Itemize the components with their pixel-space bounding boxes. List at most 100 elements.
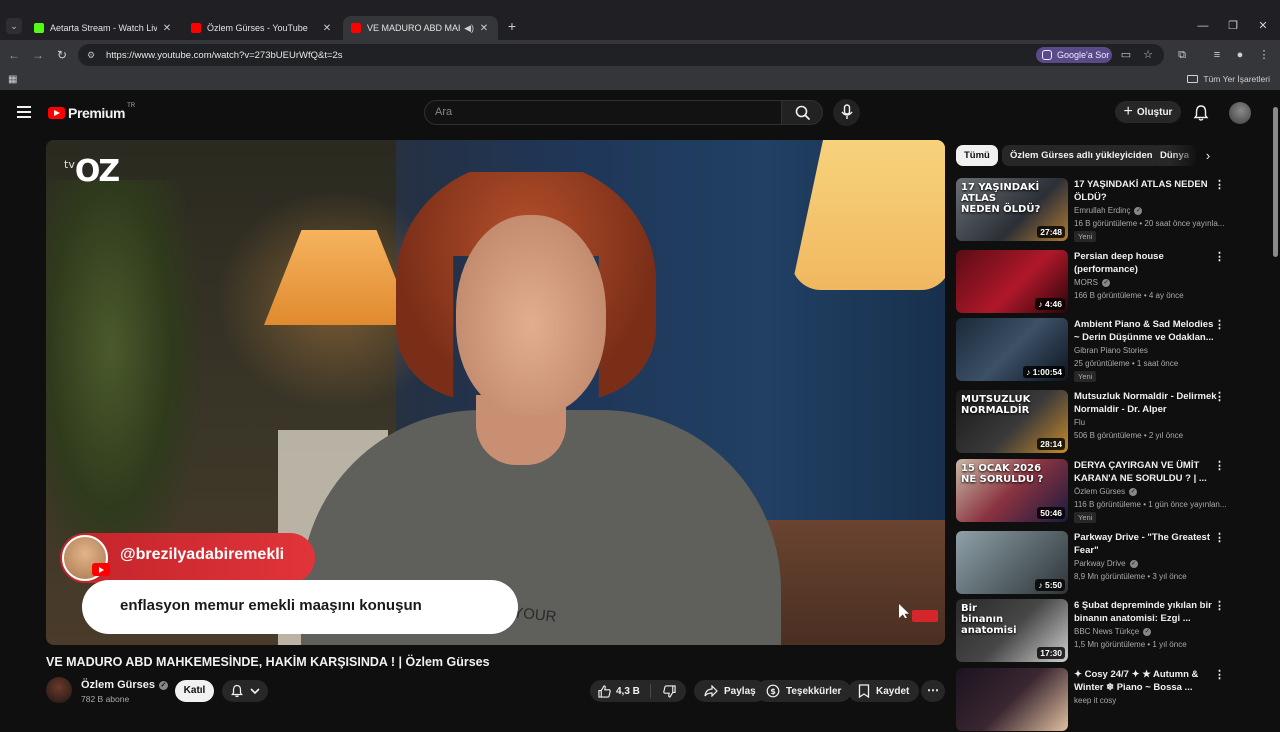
video-thumbnail[interactable]: MUTSUZLUK NORMALDİR 28:14 — [956, 390, 1068, 453]
reload-icon[interactable]: ↻ — [54, 47, 70, 63]
recommended-video-title[interactable]: 17 YAŞINDAKİ ATLAS NEDEN ÖLDÜ? — [1074, 178, 1219, 204]
more-vert-icon[interactable]: ⋮ — [1214, 178, 1225, 192]
account-avatar[interactable] — [1229, 102, 1251, 124]
close-window-icon[interactable]: ✕ — [1248, 18, 1278, 34]
cast-icon[interactable]: ▭ — [1118, 47, 1134, 63]
recommended-video[interactable]: ♪ 5:50 Parkway Drive - "The Greatest Fear… — [956, 531, 1231, 595]
more-actions-button[interactable]: ⋯ — [921, 680, 945, 702]
recommended-video[interactable]: ✦ Cosy 24/7 ✦ ★ Autumn & Winter ❄ Piano … — [956, 668, 1231, 732]
more-vert-icon[interactable]: ⋮ — [1214, 250, 1225, 264]
recommended-video-title[interactable]: Parkway Drive - "The Greatest Fear" — [1074, 531, 1219, 557]
tab-close-icon[interactable]: ✕ — [478, 23, 490, 34]
recommended-video-title[interactable]: Persian deep house (performance) — [1074, 250, 1219, 276]
recommended-channel[interactable]: Parkway Drive ✓ — [1074, 559, 1138, 568]
bookmark-star-icon[interactable]: ☆ — [1140, 47, 1156, 63]
recommended-channel[interactable]: Emrullah Erdinç ✓ — [1074, 206, 1143, 215]
chevron-right-icon[interactable]: › — [1198, 145, 1218, 166]
more-vert-icon[interactable]: ⋮ — [1214, 390, 1225, 404]
youtube-logo[interactable]: Premium TR — [48, 103, 135, 121]
tab-close-icon[interactable]: ✕ — [161, 23, 173, 34]
recommended-video-title[interactable]: DERYA ÇAYIRGAN VE ÜMİT KARAN'A NE SORULD… — [1074, 459, 1219, 485]
more-vert-icon[interactable]: ⋮ — [1214, 531, 1225, 545]
recommended-video[interactable]: Bir binanın anatomisi 17:30 6 Şubat deprem… — [956, 599, 1231, 663]
recommended-video-title[interactable]: Ambient Piano & Sad Melodies ~ Derin Düş… — [1074, 318, 1219, 344]
kick-favicon-icon — [34, 23, 44, 33]
duration-badge: ♪ 4:46 — [1035, 298, 1065, 310]
video-thumbnail[interactable]: ♪ 1:00:54 — [956, 318, 1068, 381]
tab-title: VE MADURO ABD MAHKEMESİ — [367, 23, 460, 33]
notifications-bell-icon[interactable] — [1192, 104, 1210, 122]
recommended-video-title[interactable]: ✦ Cosy 24/7 ✦ ★ Autumn & Winter ❄ Piano … — [1074, 668, 1219, 694]
browser-menu-icon[interactable]: ⋮ — [1256, 47, 1272, 63]
more-vert-icon[interactable]: ⋮ — [1214, 668, 1225, 682]
recommended-video[interactable]: ♪ 1:00:54 Ambient Piano & Sad Melodies ~ … — [956, 318, 1231, 382]
recommended-video-title[interactable]: 6 Şubat depreminde yıkılan bir binanın a… — [1074, 599, 1219, 625]
restore-icon[interactable]: ❐ — [1218, 18, 1248, 34]
browser-tab-aetarta[interactable]: Aetarta Stream - Watch Live on ✕ — [26, 16, 181, 40]
recommended-channel[interactable]: MORS ✓ — [1074, 278, 1110, 287]
address-bar[interactable]: ⚙ https://www.youtube.com/watch?v=273bUE… — [78, 44, 1164, 66]
video-thumbnail[interactable]: Bir binanın anatomisi 17:30 — [956, 599, 1068, 662]
search-input[interactable]: Ara — [424, 100, 782, 125]
speaker-icon[interactable]: ◀) — [464, 23, 474, 34]
all-bookmarks-label: Tüm Yer İşaretleri — [1203, 74, 1270, 84]
recommended-video[interactable]: MUTSUZLUK NORMALDİR 28:14 Mutsuzluk Normal… — [956, 390, 1231, 454]
recommended-video-title[interactable]: Mutsuzluk Normaldir - Delirmek Normaldir… — [1074, 390, 1219, 416]
media-control-icon[interactable]: ≡ — [1209, 47, 1225, 63]
thanks-button[interactable]: $ Teşekkürler — [756, 680, 852, 702]
voice-search-button[interactable] — [833, 99, 860, 126]
back-arrow-icon[interactable]: ← — [6, 47, 22, 63]
all-bookmarks-button[interactable]: Tüm Yer İşaretleri — [1187, 74, 1270, 84]
scrollbar-thumb[interactable] — [1273, 107, 1278, 257]
tab-close-icon[interactable]: ✕ — [321, 23, 333, 34]
recommended-channel[interactable]: keep it cosy — [1074, 696, 1116, 705]
recommended-video[interactable]: ♪ 4:46 Persian deep house (performance) MO… — [956, 250, 1231, 314]
channel-name[interactable]: Özlem Gürses ✓ — [81, 679, 168, 691]
recommended-channel[interactable]: Gibran Piano Stories — [1074, 346, 1148, 355]
more-vert-icon[interactable]: ⋮ — [1214, 318, 1225, 332]
tab-search-chevron-icon[interactable]: ⌄ — [6, 18, 22, 34]
extensions-icon[interactable]: ⧉ — [1174, 47, 1190, 63]
share-button[interactable]: Paylaş — [694, 680, 766, 702]
save-button[interactable]: Kaydet — [848, 680, 920, 702]
minimize-icon[interactable]: — — [1188, 18, 1218, 34]
chip-all[interactable]: Tümü — [956, 145, 998, 166]
overlay-caption-text: enflasyon memur emekli maaşını konuşun — [120, 597, 422, 614]
chevron-down-icon — [250, 688, 260, 695]
browser-tab-ozlem-channel[interactable]: Özlem Gürses - YouTube ✕ — [183, 16, 341, 40]
browser-tab-active-video[interactable]: VE MADURO ABD MAHKEMESİ ◀) ✕ — [343, 16, 498, 40]
folder-icon — [1187, 75, 1199, 83]
site-info-icon[interactable]: ⚙ — [84, 48, 98, 62]
more-vert-icon[interactable]: ⋮ — [1214, 599, 1225, 613]
channel-avatar[interactable] — [46, 677, 72, 703]
browser-tab-strip: ⌄ Aetarta Stream - Watch Live on ✕ Özlem… — [0, 0, 1280, 40]
google-ask-button[interactable]: Google'a Sor — [1036, 47, 1112, 63]
join-button[interactable]: Katıl — [175, 680, 214, 702]
dislike-button[interactable] — [654, 680, 684, 702]
profile-icon[interactable]: ● — [1232, 47, 1248, 63]
url-text[interactable]: https://www.youtube.com/watch?v=273bUEUr… — [106, 50, 1164, 61]
page-scrollbar[interactable] — [1271, 95, 1280, 710]
chip-from-uploader[interactable]: Özlem Gürses adlı yükleyiciden — [1002, 145, 1161, 166]
subscribed-notification-button[interactable] — [222, 680, 268, 702]
like-button[interactable]: 4,3 B — [590, 680, 648, 702]
recommended-channel[interactable]: BBC News Türkçe ✓ — [1074, 627, 1152, 636]
video-thumbnail[interactable]: 17 YAŞINDAKİ ATLAS NEDEN ÖLDÜ? 27:48 — [956, 178, 1068, 241]
recommended-video[interactable]: 15 OCAK 2026 NE SORULDU ? 50:46 DERYA ÇAYI… — [956, 459, 1231, 523]
apps-grid-icon[interactable]: ▦ — [8, 74, 20, 86]
video-thumbnail[interactable]: ♪ 4:46 — [956, 250, 1068, 313]
recommended-channel[interactable]: Flu — [1074, 418, 1085, 427]
new-tab-button[interactable]: + — [505, 18, 519, 34]
menu-icon[interactable] — [17, 106, 31, 118]
create-button[interactable]: + Oluştur — [1115, 101, 1181, 123]
more-vert-icon[interactable]: ⋮ — [1214, 459, 1225, 473]
youtube-header: Premium TR Ara + Oluştur — [0, 95, 1270, 131]
forward-arrow-icon[interactable]: → — [30, 47, 46, 63]
video-thumbnail[interactable] — [956, 668, 1068, 731]
video-thumbnail[interactable]: 15 OCAK 2026 NE SORULDU ? 50:46 — [956, 459, 1068, 522]
search-button[interactable] — [781, 100, 823, 125]
video-thumbnail[interactable]: ♪ 5:50 — [956, 531, 1068, 594]
video-player[interactable]: RM YOUR tvOZ @brezilyadabiremekli enflas… — [46, 140, 945, 645]
recommended-channel[interactable]: Özlem Gürses ✓ — [1074, 487, 1138, 496]
recommended-video[interactable]: 17 YAŞINDAKİ ATLAS NEDEN ÖLDÜ? 27:48 17 YA… — [956, 178, 1231, 242]
